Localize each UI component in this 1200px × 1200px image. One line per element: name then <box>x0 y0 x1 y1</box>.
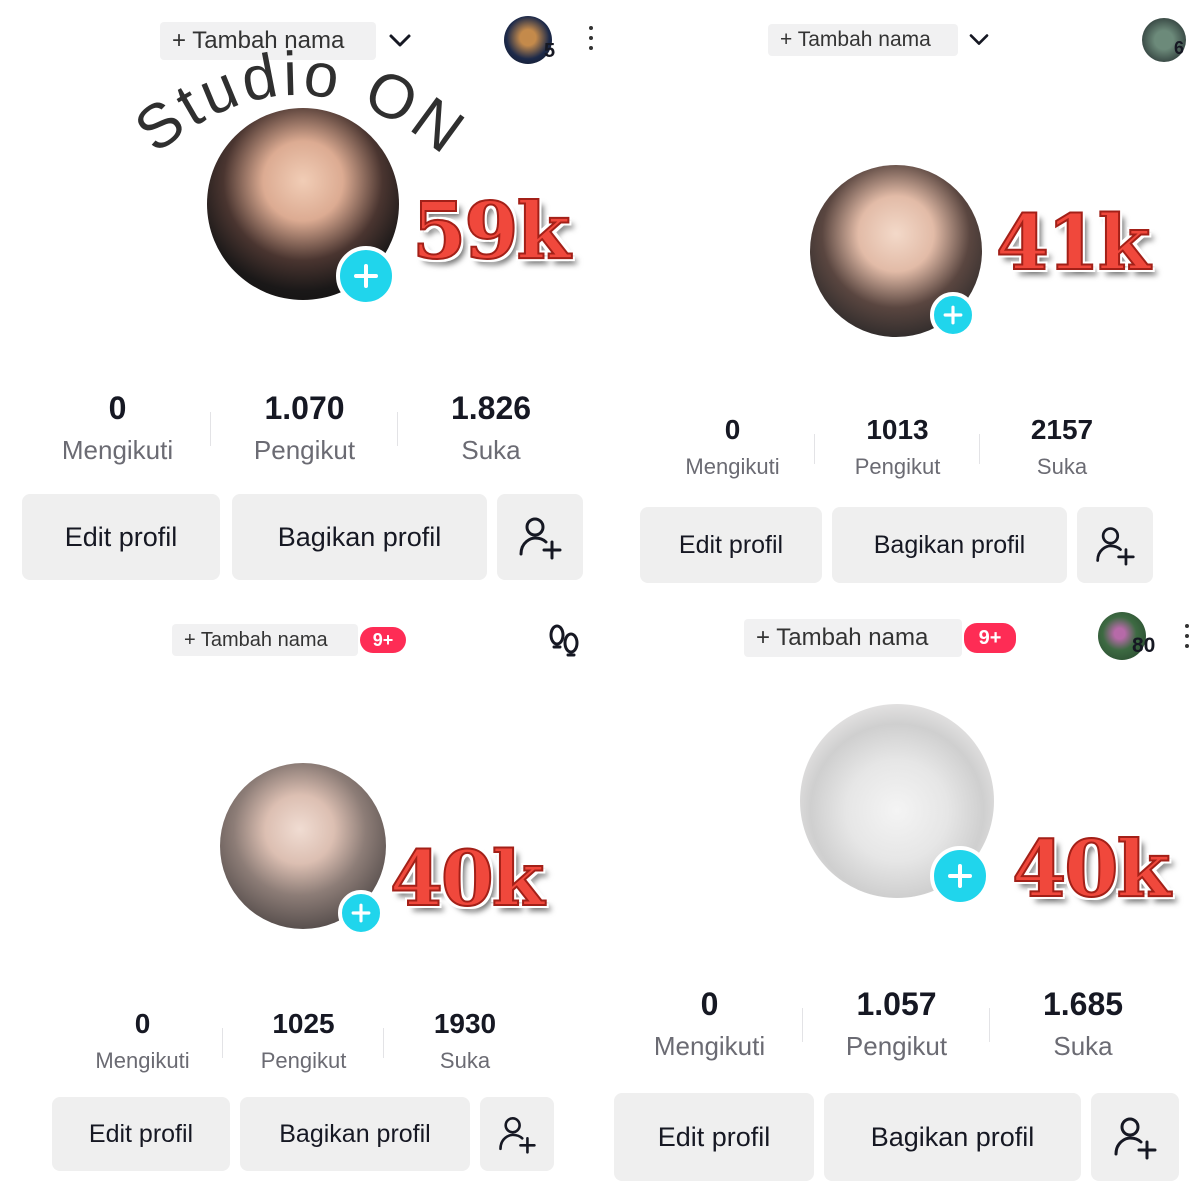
views-count-overlay: 41k <box>995 197 1151 288</box>
stat-value: 0 <box>724 414 741 445</box>
stat-followers[interactable]: 1025 Pengikut <box>223 1008 384 1074</box>
edit-profile-button[interactable]: Edit profil <box>614 1093 814 1181</box>
stat-label: Suka <box>1036 454 1088 479</box>
add-friend-icon <box>1096 527 1135 566</box>
profile-stats: 0 Mengikuti 1013 Pengikut 2157 Suka <box>650 414 1144 480</box>
stat-value: 1.826 <box>450 390 532 426</box>
stat-label: Mengikuti <box>685 454 780 479</box>
plus-icon <box>943 305 963 325</box>
plus-icon <box>948 864 972 888</box>
stat-label: Pengikut <box>854 454 941 479</box>
add-name-button[interactable]: + Tambah nama <box>768 24 958 56</box>
add-friend-icon <box>519 517 562 560</box>
stat-value: 1025 <box>272 1008 335 1039</box>
profile-panel-2: + Tambah nama 6 41k 0 Mengikuti 1013 Pen… <box>600 0 1200 600</box>
stat-value: 1.070 <box>264 390 345 426</box>
notification-badge: 9+ <box>964 623 1016 653</box>
add-photo-button[interactable] <box>336 246 396 306</box>
plus-icon <box>354 264 378 288</box>
notification-badge: 9+ <box>360 627 406 653</box>
stat-followers[interactable]: 1.070 Pengikut <box>211 390 398 466</box>
stat-label: Suka <box>1053 1031 1113 1061</box>
stat-likes[interactable]: 2157 Suka <box>980 414 1144 480</box>
edit-profile-button[interactable]: Edit profil <box>640 507 822 583</box>
edit-profile-button[interactable]: Edit profil <box>52 1097 230 1171</box>
account-count: 80 <box>1132 634 1156 657</box>
add-friend-icon <box>499 1117 536 1154</box>
stat-followers[interactable]: 1.057 Pengikut <box>803 986 990 1062</box>
plus-icon <box>351 903 371 923</box>
stat-label: Suka <box>461 435 521 465</box>
stat-label: Pengikut <box>845 1031 948 1061</box>
stat-value: 2157 <box>1030 414 1094 445</box>
profile-stats: 0 Mengikuti 1.057 Pengikut 1.685 Suka <box>616 986 1176 1062</box>
add-friend-button[interactable] <box>1091 1093 1179 1181</box>
stat-label: Suka <box>439 1048 491 1073</box>
stat-value: 1.057 <box>856 986 937 1022</box>
stat-value: 0 <box>108 390 127 426</box>
edit-profile-button[interactable]: Edit profil <box>22 494 220 580</box>
more-vertical-icon[interactable] <box>588 26 594 56</box>
stat-label: Mengikuti <box>95 1048 190 1073</box>
stat-label: Mengikuti <box>61 435 174 465</box>
stat-label: Pengikut <box>260 1048 347 1073</box>
stat-value: 0 <box>134 1008 151 1039</box>
add-photo-button[interactable] <box>930 292 976 338</box>
stat-likes[interactable]: 1.826 Suka <box>398 390 584 466</box>
share-profile-button[interactable]: Bagikan profil <box>240 1097 470 1171</box>
stat-followers[interactable]: 1013 Pengikut <box>815 414 980 480</box>
stat-likes[interactable]: 1930 Suka <box>384 1008 546 1074</box>
add-photo-button[interactable] <box>338 890 384 936</box>
add-name-button[interactable]: + Tambah nama <box>744 619 962 657</box>
account-count: 5 <box>544 40 556 62</box>
chevron-down-icon[interactable] <box>968 32 990 48</box>
add-photo-button[interactable] <box>930 846 990 906</box>
stat-following[interactable]: 0 Mengikuti <box>24 390 211 466</box>
profile-panel-4: + Tambah nama 9+ 80 40k 0 Mengikuti 1.05… <box>600 600 1200 1200</box>
views-count-overlay: 59k <box>411 185 572 278</box>
stat-value: 0 <box>700 986 719 1022</box>
account-count: 6 <box>1174 38 1185 58</box>
stat-following[interactable]: 0 Mengikuti <box>616 986 803 1062</box>
stat-value: 1013 <box>866 414 929 445</box>
add-friend-button[interactable] <box>497 494 583 580</box>
profile-panel-1: + Tambah nama 5 Studio ON 59k 0 Mengikut… <box>0 0 600 600</box>
stat-value: 1.685 <box>1042 986 1124 1022</box>
footprints-icon[interactable] <box>546 622 582 658</box>
profile-panel-3: + Tambah nama 9+ 40k 0 Mengikuti 1025 Pe… <box>0 600 600 1200</box>
stat-value: 1930 <box>433 1008 497 1039</box>
profile-stats: 0 Mengikuti 1025 Pengikut 1930 Suka <box>62 1008 546 1074</box>
stat-label: Pengikut <box>253 435 356 465</box>
profile-stats: 0 Mengikuti 1.070 Pengikut 1.826 Suka <box>24 390 584 466</box>
add-name-button[interactable]: + Tambah nama <box>172 624 358 656</box>
add-friend-button[interactable] <box>480 1097 554 1171</box>
views-count-overlay: 40k <box>389 833 545 924</box>
stat-label: Mengikuti <box>653 1031 766 1061</box>
stat-likes[interactable]: 1.685 Suka <box>990 986 1176 1062</box>
share-profile-button[interactable]: Bagikan profil <box>824 1093 1081 1181</box>
views-count-overlay: 40k <box>1011 823 1172 916</box>
share-profile-button[interactable]: Bagikan profil <box>232 494 487 580</box>
add-friend-button[interactable] <box>1077 507 1153 583</box>
more-vertical-icon[interactable] <box>1184 624 1190 654</box>
stat-following[interactable]: 0 Mengikuti <box>650 414 815 480</box>
stat-following[interactable]: 0 Mengikuti <box>62 1008 223 1074</box>
share-profile-button[interactable]: Bagikan profil <box>832 507 1067 583</box>
add-friend-icon <box>1114 1117 1157 1160</box>
